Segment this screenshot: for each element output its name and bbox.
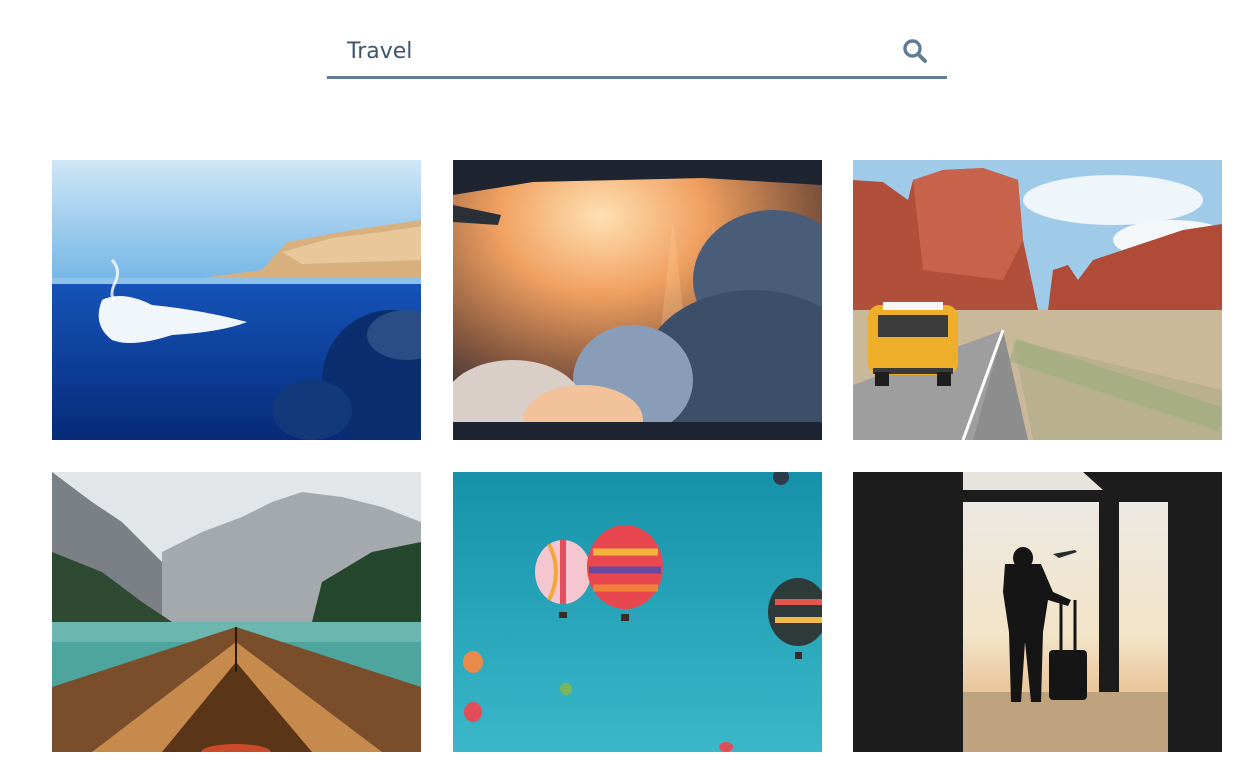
gallery-image-diver[interactable] [52, 160, 421, 440]
search-bar [327, 28, 947, 79]
gallery-image-van[interactable] [853, 160, 1222, 440]
search-input[interactable] [327, 28, 887, 74]
gallery-image-traveler[interactable] [853, 472, 1222, 752]
search-button[interactable] [901, 37, 929, 65]
traveler-photo [853, 472, 1222, 752]
image-grid [52, 160, 1222, 752]
gallery-image-balloons[interactable] [453, 472, 822, 752]
balloons-photo [453, 472, 822, 752]
diver-photo [52, 160, 421, 440]
gallery-image-boat[interactable] [52, 472, 421, 752]
van-photo [853, 160, 1222, 440]
boat-photo [52, 472, 421, 752]
gallery-image-clouds[interactable] [453, 160, 822, 440]
clouds-photo [453, 160, 822, 440]
search-icon [903, 39, 927, 63]
